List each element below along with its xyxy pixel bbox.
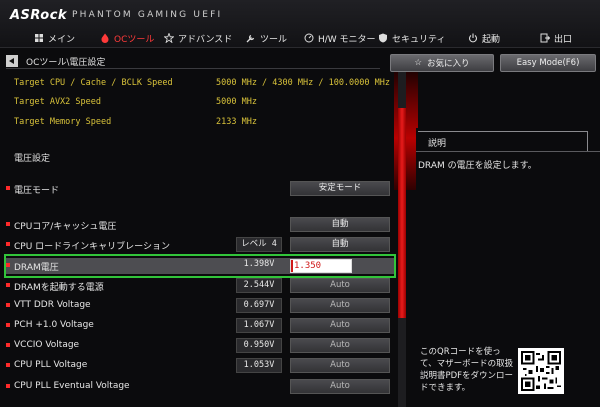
setting-label: 電圧モード	[5, 183, 59, 196]
setting-voltage-mode[interactable]: 電圧モード 安定モード	[5, 181, 394, 197]
tab-boot[interactable]: 起動	[468, 31, 500, 45]
scrollbar-thumb[interactable]	[398, 108, 406, 318]
info-avx2-speed: Target AVX2 Speed 5000 MHz	[14, 97, 257, 109]
flame-icon	[101, 33, 109, 43]
setting-label: CPUコア/キャッシュ電圧	[5, 219, 116, 232]
info-label: Target Memory Speed	[14, 117, 112, 127]
setting-label: PCH +1.0 Voltage	[6, 320, 94, 330]
setting-dram-activating-power[interactable]: DRAMを起動する電源 2.544V Auto	[6, 278, 394, 294]
info-label: Target AVX2 Speed	[14, 97, 101, 107]
shield-icon	[379, 33, 387, 43]
scrollbar-track[interactable]	[398, 68, 406, 407]
setting-current-value: 0.697V	[236, 298, 282, 313]
setting-vtt-ddr-voltage[interactable]: VTT DDR Voltage 0.697V Auto	[6, 298, 394, 314]
top-header: ASRock PHANTOM GAMING UEFI メイン OCツール アドバ…	[0, 0, 600, 48]
setting-option-button[interactable]: Auto	[290, 298, 390, 313]
favorites-label: お気に入り	[427, 59, 470, 69]
product-name: PHANTOM GAMING UEFI	[72, 10, 223, 20]
brand-logo: ASRock	[10, 8, 68, 23]
section-title: 電圧設定	[14, 154, 51, 164]
setting-label: DRAMを起動する電源	[6, 280, 104, 293]
setting-option-button[interactable]: Auto	[290, 379, 390, 394]
power-icon	[468, 33, 478, 43]
star-icon: ☆	[414, 58, 423, 68]
tab-main-label: メイン	[48, 34, 76, 45]
tab-tools-label: ツール	[260, 34, 288, 45]
setting-cpu-pll-voltage[interactable]: CPU PLL Voltage 1.053V Auto	[5, 358, 394, 374]
tab-tools[interactable]: ツール	[246, 31, 287, 45]
tab-advanced-label: アドバンスド	[178, 34, 233, 45]
setting-option-button[interactable]: 自動	[290, 217, 390, 232]
star-icon	[164, 33, 174, 43]
description-title: 説明	[428, 139, 447, 149]
tab-oc-tools-label: OCツール	[114, 34, 155, 45]
setting-vccio-voltage[interactable]: VCCIO Voltage 0.950V Auto	[5, 338, 394, 354]
info-value: 2133 MHz	[216, 117, 257, 127]
tab-security-label: セキュリティ	[392, 34, 446, 45]
favorites-button[interactable]: ☆ お気に入り	[390, 54, 494, 72]
exit-icon	[540, 33, 550, 43]
selection-highlight	[4, 254, 396, 278]
setting-label: VCCIO Voltage	[5, 340, 80, 350]
info-label: Target CPU / Cache / BCLK Speed	[14, 78, 173, 88]
tab-advanced[interactable]: アドバンスド	[164, 31, 232, 45]
setting-current-value: 0.950V	[236, 338, 282, 353]
breadcrumb: OCツール\電圧設定	[6, 54, 380, 69]
description-text: DRAM の電圧を設定します。	[418, 161, 537, 171]
setting-current-value: 1.053V	[236, 358, 282, 373]
back-arrow-icon[interactable]	[6, 55, 18, 67]
info-cpu-speed: Target CPU / Cache / BCLK Speed 5000 MHz…	[14, 78, 390, 90]
setting-pch-voltage[interactable]: PCH +1.0 Voltage 1.067V Auto	[6, 318, 394, 334]
tab-exit[interactable]: 出口	[540, 31, 572, 45]
qr-instructions: このQRコードを使って、マザーボードの取扱説明書PDFをダウンロードできます。	[420, 347, 514, 393]
setting-label: CPU ロードラインキャリブレーション	[6, 239, 170, 252]
qr-code-icon	[518, 348, 564, 394]
grid-icon	[35, 34, 43, 42]
divider	[416, 151, 600, 152]
info-memory-speed: Target Memory Speed 2133 MHz	[14, 117, 257, 129]
tab-oc-tools[interactable]: OCツール	[100, 31, 154, 45]
setting-option-button[interactable]: 安定モード	[290, 181, 390, 196]
setting-current-value: 2.544V	[236, 278, 282, 293]
setting-label: CPU PLL Voltage	[5, 360, 88, 370]
tab-security[interactable]: セキュリティ	[378, 31, 445, 45]
setting-option-button[interactable]: Auto	[290, 358, 390, 373]
setting-option-button[interactable]: Auto	[290, 338, 390, 353]
setting-cpu-core-voltage[interactable]: CPUコア/キャッシュ電圧 自動	[5, 217, 394, 233]
setting-current-value: 1.067V	[236, 318, 282, 333]
easy-mode-button[interactable]: Easy Mode(F6)	[500, 54, 596, 72]
wrench-icon	[246, 34, 255, 43]
main-nav: メイン OCツール アドバンスド ツール H/W モニター セキュリティ 起動	[0, 28, 600, 48]
monitor-icon	[304, 33, 314, 43]
setting-option-button[interactable]: Auto	[290, 278, 390, 293]
tab-boot-label: 起動	[482, 34, 501, 45]
setting-cpu-llc[interactable]: CPU ロードラインキャリブレーション レベル 4 自動	[6, 237, 394, 253]
setting-label: CPU PLL Eventual Voltage	[6, 381, 130, 391]
tab-exit-label: 出口	[554, 34, 573, 45]
tab-main[interactable]: メイン	[34, 31, 75, 45]
setting-cpu-pll-eventual-voltage[interactable]: CPU PLL Eventual Voltage Auto	[6, 379, 394, 395]
tab-hw-monitor[interactable]: H/W モニター	[304, 31, 376, 45]
setting-label: VTT DDR Voltage	[6, 300, 91, 310]
setting-option-button[interactable]: Auto	[290, 318, 390, 333]
tab-hw-monitor-label: H/W モニター	[318, 34, 376, 45]
info-value: 5000 MHz / 4300 MHz / 100.0000 MHz	[216, 78, 390, 88]
info-value: 5000 MHz	[216, 97, 257, 107]
setting-option-button[interactable]: 自動	[290, 237, 390, 252]
breadcrumb-text: OCツール\電圧設定	[26, 57, 106, 68]
setting-current-value: レベル 4	[236, 237, 282, 252]
